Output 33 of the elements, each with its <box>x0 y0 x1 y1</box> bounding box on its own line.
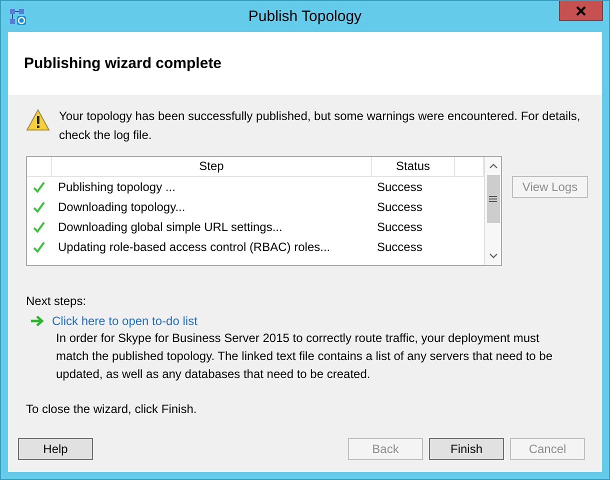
step-cell-text: Downloading topology... <box>57 200 186 214</box>
window-title: Publish Topology <box>247 8 363 25</box>
next-steps-description: In order for Skype for Business Server 2015 to correctly route traffic, your deployment must match the published topology. The linked text file contains a list of any servers that need to be updated, as well as any databases that need to be created. <box>56 330 554 383</box>
grip-icon <box>489 196 497 202</box>
warning-message: Your topology has been successfully published, but some warnings were encountered. For details, check the log file. <box>59 108 582 144</box>
arrow-icon <box>30 315 44 327</box>
wizard-button[interactable]: Help <box>18 438 93 460</box>
status-cell-text: Success <box>376 240 424 254</box>
close-icon <box>576 6 586 16</box>
scroll-up-icon[interactable] <box>488 163 498 169</box>
checkmark-icon <box>33 221 45 233</box>
column-header[interactable]: Step <box>52 157 372 176</box>
close-button[interactable] <box>559 1 603 21</box>
wizard-heading: Publishing wizard complete <box>24 55 222 72</box>
closing-note: To close the wizard, click Finish. <box>26 402 198 416</box>
status-cell-text: Success <box>376 220 424 234</box>
checkmark-icon <box>33 181 45 193</box>
vertical-scrollbar[interactable] <box>484 157 501 265</box>
checkmark-icon <box>33 201 45 213</box>
step-cell-text: Downloading global simple URL settings... <box>57 220 284 234</box>
status-cell-text: Success <box>376 200 424 214</box>
status-cell-text: Success <box>376 180 424 194</box>
scroll-down-icon[interactable] <box>488 253 498 259</box>
step-cell-text: Publishing topology ... <box>57 180 176 194</box>
checkmark-icon <box>33 241 45 253</box>
app-icon <box>9 8 27 26</box>
wizard-button[interactable]: Finish <box>429 438 504 460</box>
column-header[interactable]: Status <box>372 157 455 176</box>
todo-list-link[interactable]: Click here to open to-do list <box>52 314 198 328</box>
step-cell-text: Updating role-based access control (RBAC) roles... <box>57 240 332 254</box>
next-steps-label: Next steps: <box>26 294 88 308</box>
scrollbar-thumb[interactable] <box>486 175 500 223</box>
warning-icon <box>26 109 50 131</box>
